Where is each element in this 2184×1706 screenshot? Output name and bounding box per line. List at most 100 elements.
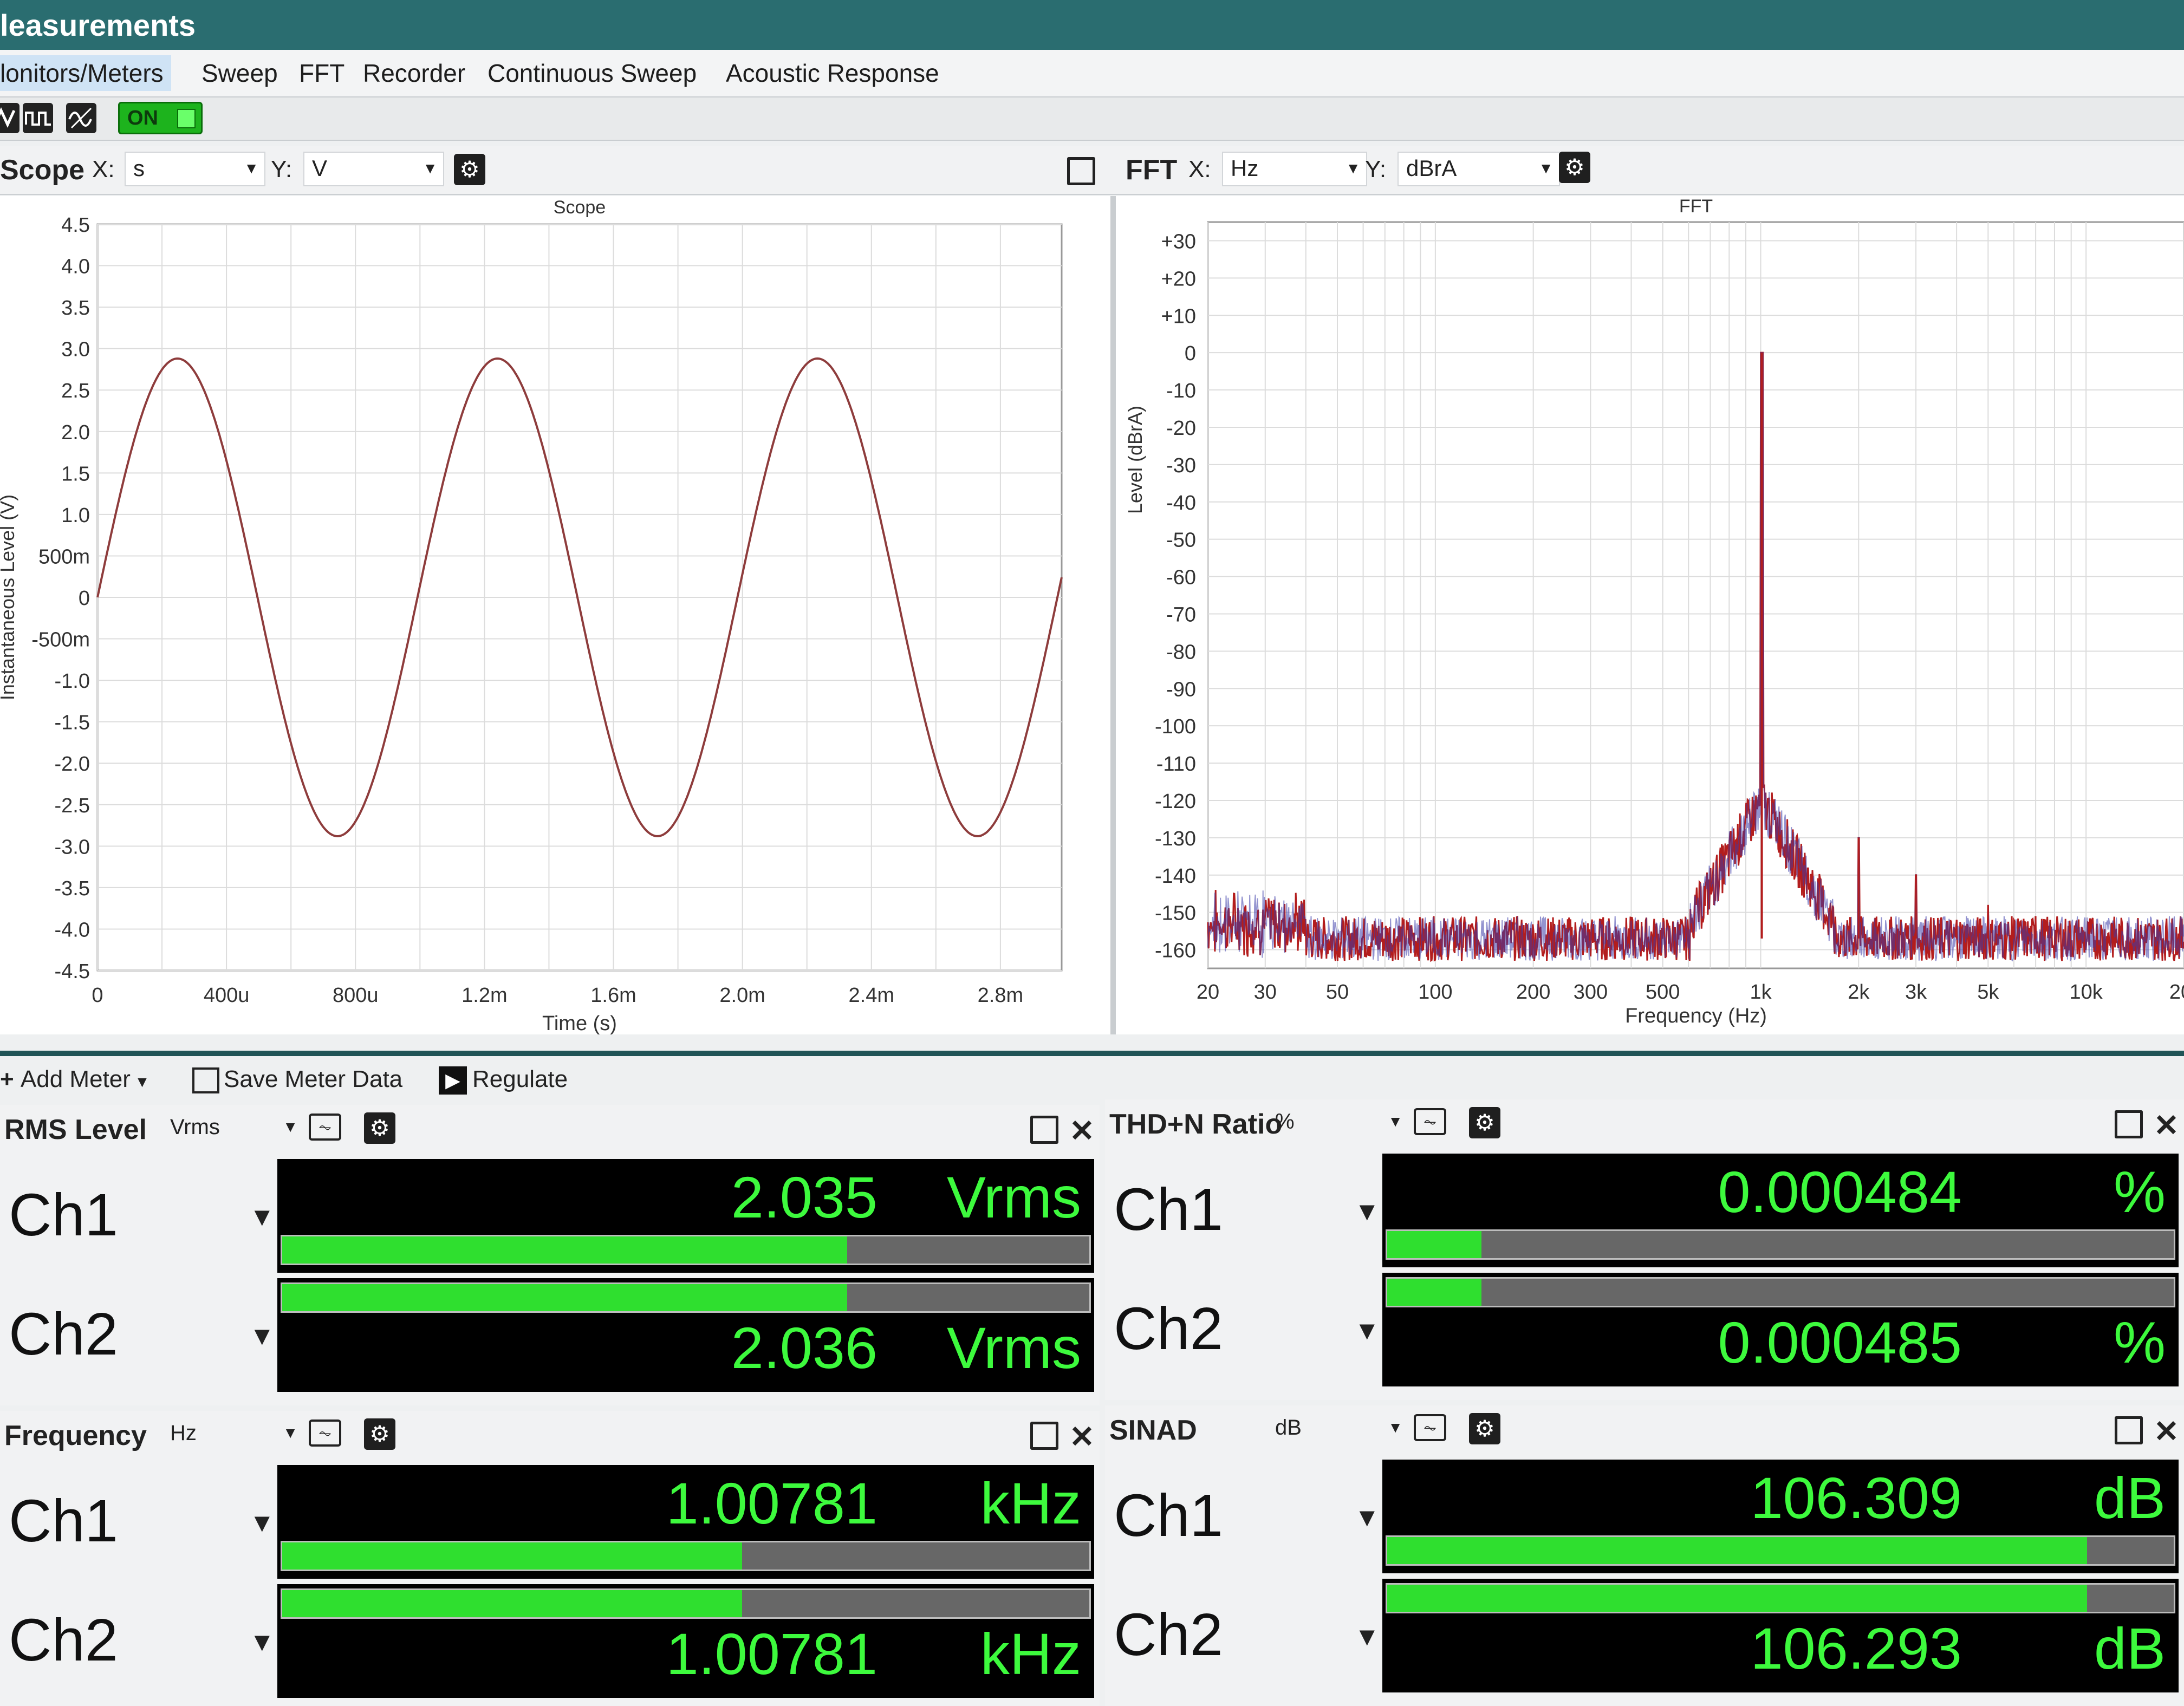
- level-bar-fill: [282, 1236, 847, 1264]
- tab-acoustic-response[interactable]: Acoustic Response: [726, 55, 939, 91]
- meter-value: 1.00781: [666, 1621, 877, 1687]
- meter-graph-icon[interactable]: ⏦: [1414, 1108, 1446, 1135]
- meter-value: 106.293: [1750, 1616, 1962, 1681]
- add-meter-button[interactable]: + Add Meter ▼: [0, 1066, 150, 1093]
- fft-y-unit: dBrA: [1406, 155, 1457, 181]
- meter-value: 106.309: [1750, 1465, 1962, 1531]
- meter-panel-sinad: SINAD dB ▼ ⏦ ⚙ ✕ Ch1 ▼ 106.309 dB Ch2 ▼ 106.293 dB: [1105, 1405, 2184, 1706]
- fft-x-tick-label: 200: [1516, 981, 1550, 1004]
- scope-y-tick-label: -1.5: [55, 712, 90, 734]
- scope-y-tick-label: 2.0: [61, 421, 90, 444]
- chevron-down-icon: ▼: [1346, 160, 1361, 177]
- scope-x-tick-label: 2.4m: [849, 984, 894, 1007]
- meter-settings-gear-icon[interactable]: ⚙: [1469, 1107, 1500, 1138]
- close-icon[interactable]: ✕: [2154, 1110, 2179, 1141]
- fft-x-unit-select[interactable]: Hz ▼: [1222, 152, 1367, 186]
- fft-y-tick-label: -140: [1155, 865, 1196, 888]
- level-bar-fill: [282, 1590, 743, 1617]
- meter-unit-select[interactable]: % ▼: [1268, 1106, 1408, 1138]
- meter-graph-icon[interactable]: ⏦: [1414, 1414, 1446, 1441]
- fft-y-tick-label: 0: [1185, 342, 1196, 365]
- meter-settings-gear-icon[interactable]: ⚙: [364, 1112, 395, 1144]
- meter-popout-icon[interactable]: [2115, 1110, 2143, 1138]
- scope-y-unit-select[interactable]: V ▼: [303, 152, 444, 186]
- tab-sweep[interactable]: Sweep: [202, 55, 278, 91]
- meter-unit-select[interactable]: Vrms ▼: [162, 1111, 303, 1144]
- meter-unit-label: %: [2113, 1159, 2166, 1225]
- chevron-down-icon: ▼: [283, 1424, 298, 1441]
- fft-y-tick-label: -100: [1155, 715, 1196, 738]
- scope-y-tick-label: 3.0: [61, 338, 90, 361]
- channel-dropdown-arrow-icon[interactable]: ▼: [249, 1508, 275, 1538]
- meter-display: 1.00781 kHz: [277, 1584, 1094, 1698]
- meter-graph-icon[interactable]: ⏦: [309, 1420, 341, 1447]
- channel-dropdown-arrow-icon[interactable]: ▼: [249, 1627, 275, 1657]
- window-title: leasurements: [0, 8, 196, 42]
- scope-icon[interactable]: [0, 103, 20, 133]
- meter-unit: dB: [1275, 1416, 1302, 1440]
- waveform-icon[interactable]: [66, 103, 96, 133]
- channel-dropdown-arrow-icon[interactable]: ▼: [1354, 1622, 1380, 1652]
- tab-fft[interactable]: FFT: [299, 55, 344, 91]
- meter-popout-icon[interactable]: [1030, 1422, 1058, 1450]
- close-icon[interactable]: ✕: [1069, 1422, 1095, 1452]
- meter-display: 2.035 Vrms: [277, 1159, 1094, 1273]
- meter-unit-label: kHz: [980, 1470, 1081, 1536]
- save-meter-data-button[interactable]: Save Meter Data: [192, 1066, 403, 1094]
- generator-on-toggle[interactable]: ON: [118, 102, 203, 134]
- fft-settings-gear-icon[interactable]: ⚙: [1559, 152, 1590, 183]
- fft-x-tick-label: 500: [1646, 981, 1680, 1004]
- scope-title: Scope: [0, 154, 85, 186]
- meter-value: 0.000485: [1718, 1310, 1962, 1375]
- meter-popout-icon[interactable]: [1030, 1116, 1058, 1144]
- channel-name: Ch2: [9, 1607, 118, 1674]
- level-bar: [281, 1588, 1091, 1619]
- level-bar-fill: [1387, 1537, 2088, 1564]
- tab-monitors-meters[interactable]: lonitors/Meters: [0, 55, 171, 91]
- scope-plot-area: Scope 4.5 4.0 3.5 3.0 2.5 2.0 1.5 1.0 500m 0 -500m -…: [0, 196, 1116, 1035]
- channel-dropdown-arrow-icon[interactable]: ▼: [249, 1321, 275, 1351]
- meter-settings-gear-icon[interactable]: ⚙: [1469, 1413, 1500, 1444]
- meter-unit-label: dB: [2094, 1465, 2166, 1531]
- fft-panel-header: FFT X: Hz ▼ Y: dBrA ▼ ⚙: [1116, 146, 2184, 195]
- fft-chart: FFT +30 +20 +10 0 -10 -20 -30 -40 -50 -60 -70 -80 -90…: [1124, 196, 2184, 1027]
- meter-unit-select[interactable]: dB ▼: [1268, 1412, 1408, 1444]
- channel-dropdown-arrow-icon[interactable]: ▼: [1354, 1503, 1380, 1533]
- fft-y-unit-select[interactable]: dBrA ▼: [1398, 152, 1560, 186]
- close-icon[interactable]: ✕: [2154, 1416, 2179, 1447]
- channel-dropdown-arrow-icon[interactable]: ▼: [249, 1202, 275, 1232]
- scope-x-unit-select[interactable]: s ▼: [125, 152, 265, 186]
- channel-dropdown-arrow-icon[interactable]: ▼: [1354, 1316, 1380, 1346]
- meter-popout-icon[interactable]: [2115, 1416, 2143, 1444]
- fft-y-tick-label: +30: [1161, 230, 1196, 253]
- scope-y-tick-label: 1.0: [61, 504, 90, 527]
- regulate-button[interactable]: ▶ Regulate: [439, 1066, 568, 1095]
- chevron-down-icon: ▼: [1388, 1419, 1403, 1436]
- tab-continuous-sweep[interactable]: Continuous Sweep: [487, 55, 697, 91]
- pulse-icon[interactable]: [23, 103, 53, 133]
- channel-name: Ch2: [9, 1301, 118, 1368]
- level-bar: [1386, 1277, 2175, 1307]
- tab-recorder[interactable]: Recorder: [363, 55, 465, 91]
- meter-title: RMS Level: [4, 1114, 147, 1145]
- meter-graph-icon[interactable]: ⏦: [309, 1114, 341, 1141]
- fft-plot-frame: [1207, 221, 2184, 969]
- save-meter-data-label: Save Meter Data: [224, 1066, 403, 1092]
- scope-popout-icon[interactable]: [1067, 157, 1095, 185]
- close-icon[interactable]: ✕: [1069, 1116, 1095, 1146]
- add-meter-label: Add Meter: [20, 1066, 131, 1092]
- fft-x-tick-label: 30: [1254, 981, 1277, 1004]
- meter-settings-gear-icon[interactable]: ⚙: [364, 1418, 395, 1450]
- level-bar: [281, 1541, 1091, 1571]
- scope-x-tick-label: 800u: [333, 984, 379, 1007]
- fft-y-label: Y:: [1365, 156, 1387, 183]
- scope-panel-header: Scope X: s ▼ Y: V ▼ ⚙: [0, 146, 1116, 195]
- meter-unit-select[interactable]: Hz ▼: [162, 1417, 303, 1450]
- channel-dropdown-arrow-icon[interactable]: ▼: [1354, 1197, 1380, 1227]
- level-bar-fill: [1387, 1585, 2088, 1612]
- play-icon: ▶: [439, 1066, 467, 1095]
- channel-name: Ch1: [1114, 1176, 1223, 1243]
- scope-settings-gear-icon[interactable]: ⚙: [454, 154, 485, 185]
- meter-unit-label: dB: [2094, 1616, 2166, 1681]
- chevron-down-icon: ▼: [244, 160, 259, 177]
